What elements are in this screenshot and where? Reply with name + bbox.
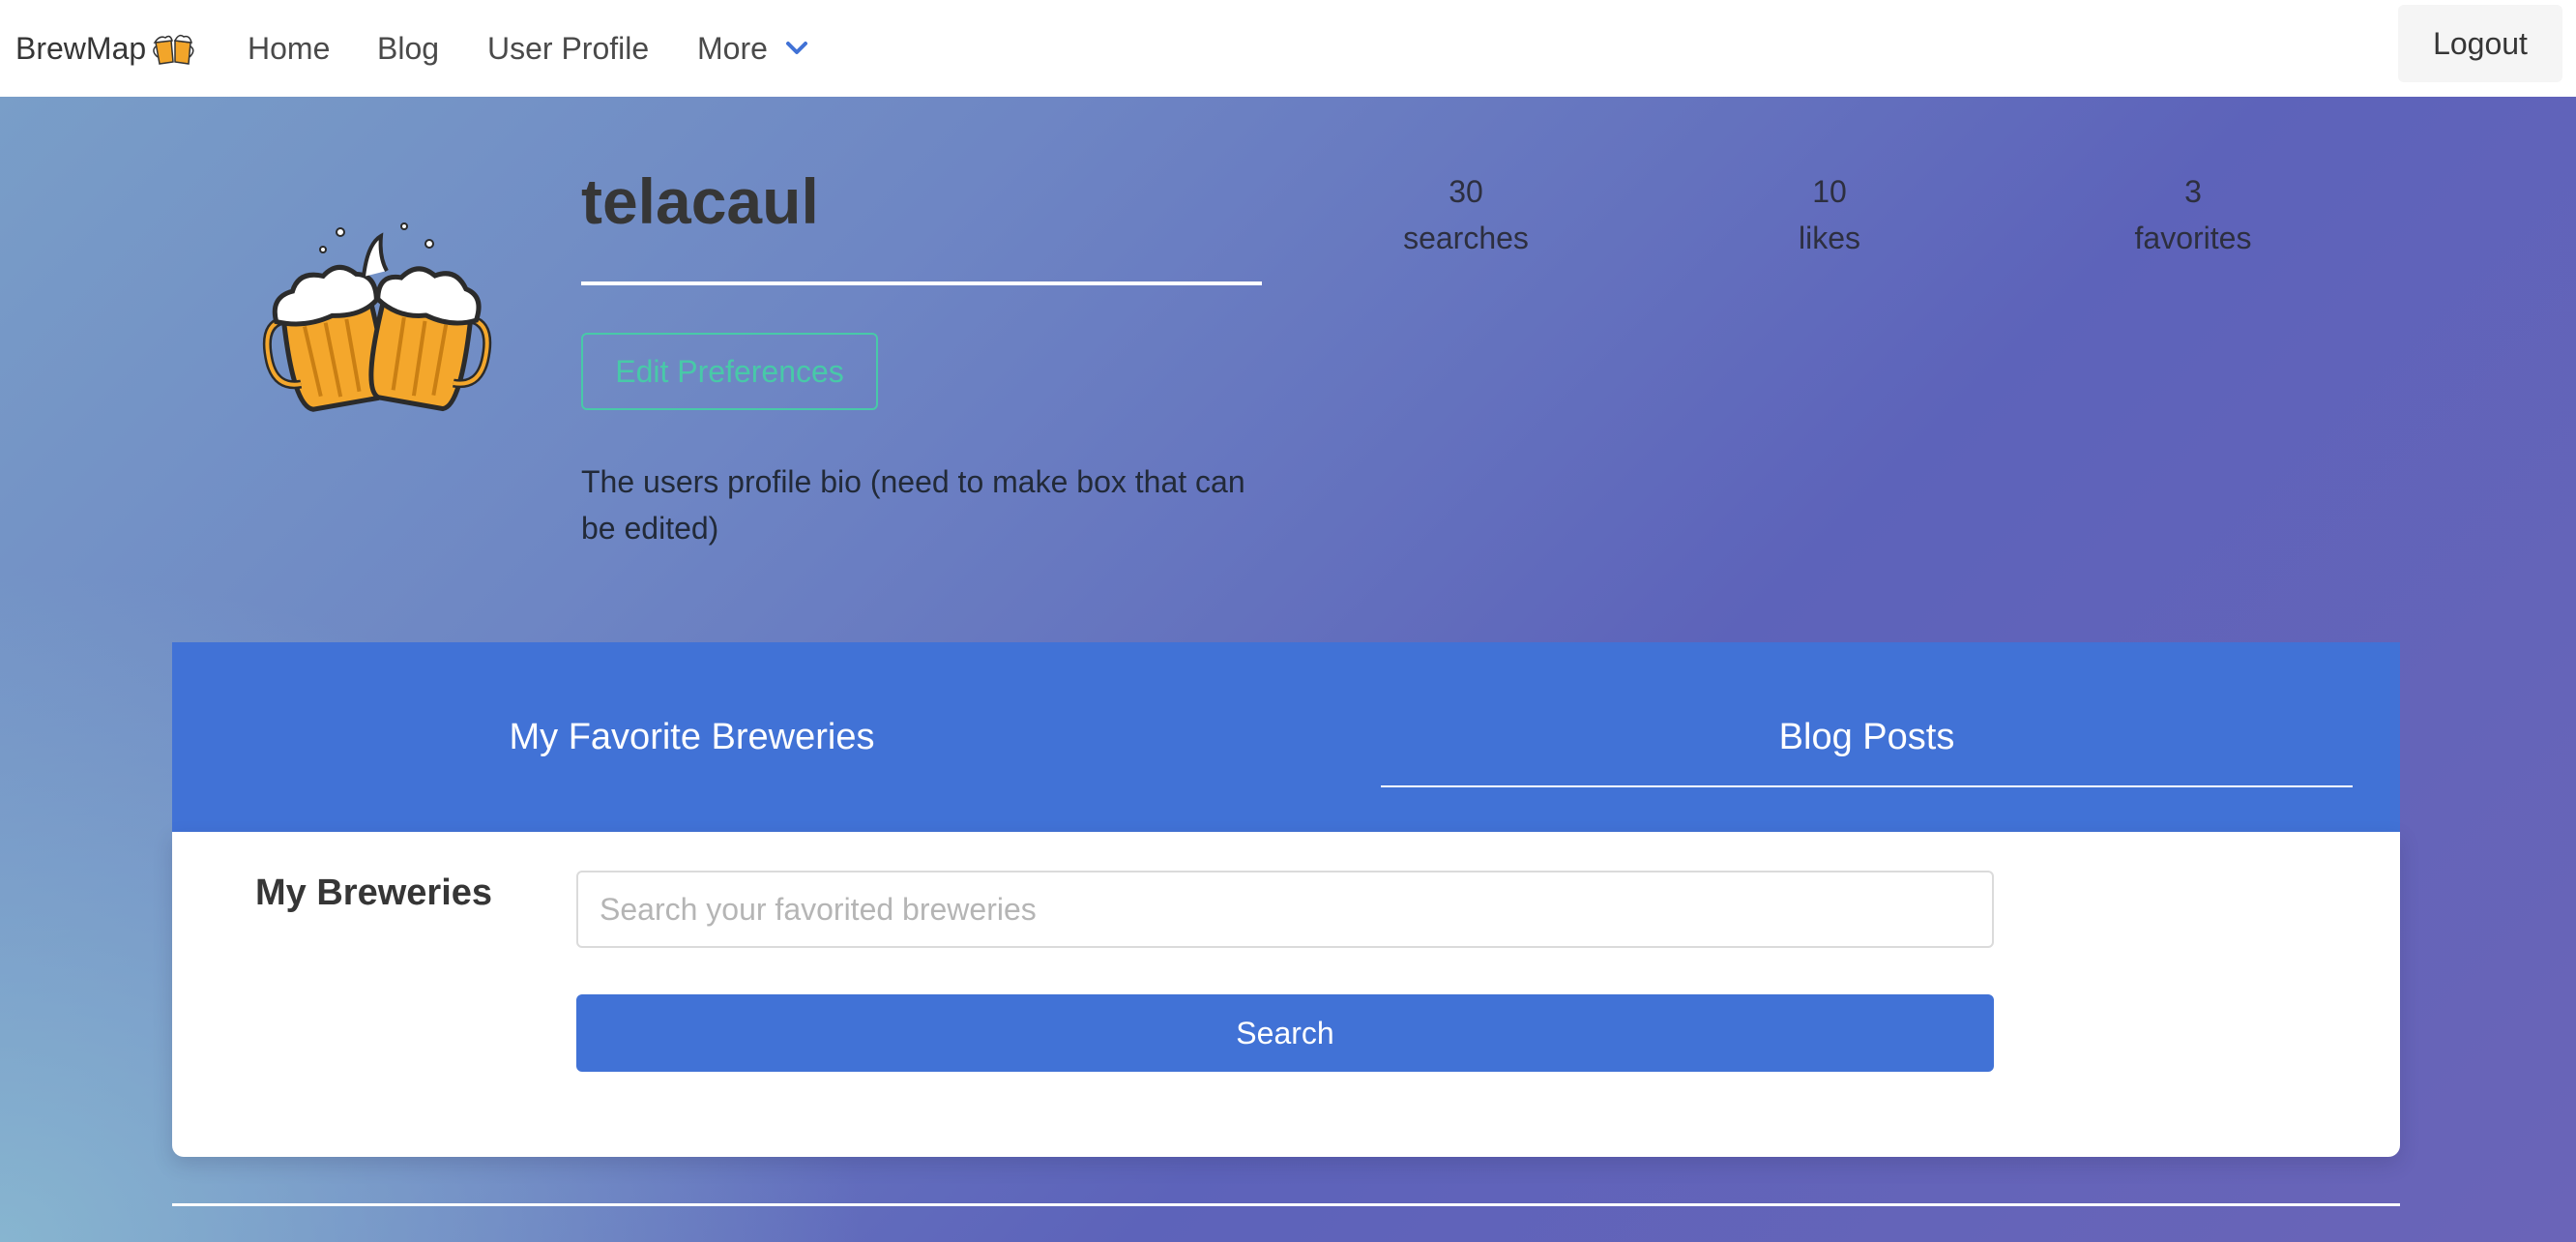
- bottom-divider: [172, 1203, 2400, 1206]
- stat-likes: 10 likes: [1713, 168, 1946, 261]
- nav-more-label: More: [697, 30, 768, 66]
- chevron-down-icon: [785, 42, 807, 54]
- stat-likes-value: 10: [1812, 174, 1847, 209]
- nav-user-profile[interactable]: User Profile: [487, 0, 649, 97]
- top-navbar: BrewMap Home Blog User Profile More Logo…: [0, 0, 2576, 97]
- edit-preferences-button[interactable]: Edit Preferences: [581, 333, 878, 410]
- profile-username: telacaul: [581, 165, 819, 237]
- tab-my-favorite-breweries[interactable]: My Favorite Breweries: [172, 642, 1212, 832]
- brand-label: BrewMap: [15, 30, 147, 66]
- stat-searches-value: 30: [1449, 174, 1483, 209]
- username-divider: [581, 281, 1262, 285]
- stat-searches: 30 searches: [1350, 168, 1582, 261]
- tab-blog-posts[interactable]: Blog Posts: [1381, 642, 2353, 832]
- profile-bio: The users profile bio (need to make box …: [581, 464, 1245, 546]
- stat-favorites-value: 3: [2184, 174, 2202, 209]
- nav-home[interactable]: Home: [248, 0, 330, 97]
- profile-tabs: My Favorite Breweries Blog Posts: [172, 642, 2400, 832]
- my-breweries-card: My Breweries Search: [172, 832, 2400, 1157]
- stat-likes-label: likes: [1798, 221, 1860, 255]
- brand-link[interactable]: BrewMap: [15, 0, 196, 97]
- active-tab-indicator: [1381, 785, 2353, 787]
- brewery-search-input[interactable]: [576, 871, 1994, 948]
- stat-favorites: 3 favorites: [2077, 168, 2309, 261]
- nav-more-dropdown[interactable]: More: [697, 0, 810, 97]
- logout-button[interactable]: Logout: [2398, 5, 2562, 82]
- stat-favorites-label: favorites: [2134, 221, 2252, 255]
- beer-mugs-icon: [153, 34, 194, 65]
- my-breweries-title: My Breweries: [255, 872, 493, 913]
- stat-searches-label: searches: [1403, 221, 1529, 255]
- nav-blog[interactable]: Blog: [377, 0, 439, 97]
- beer-mugs-toast-icon: [262, 222, 492, 412]
- search-button[interactable]: Search: [576, 994, 1994, 1072]
